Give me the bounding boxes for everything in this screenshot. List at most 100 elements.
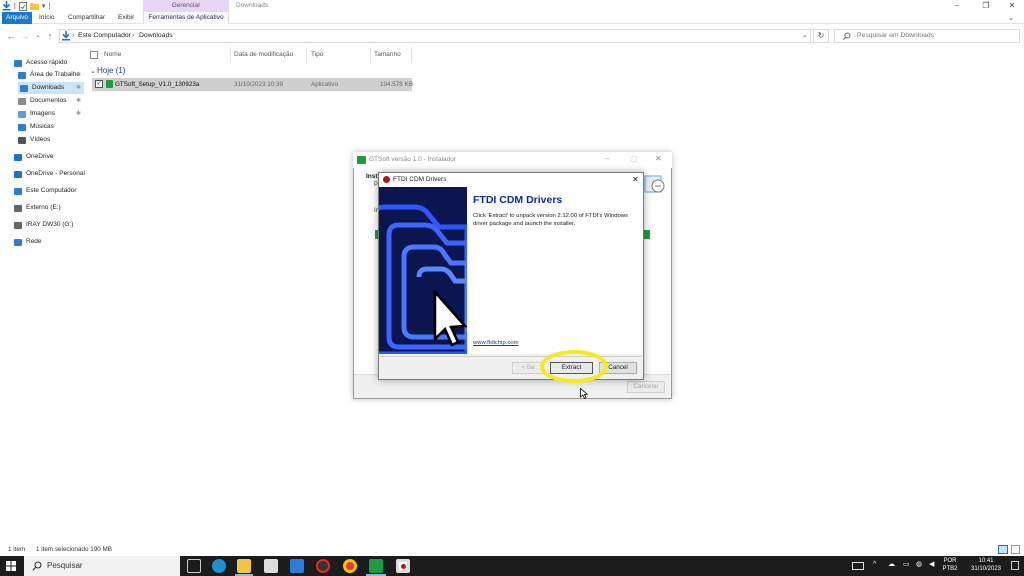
file-checkbox[interactable]: ✓ — [95, 80, 103, 88]
installer-taskbar-icon[interactable] — [369, 559, 383, 573]
keyboard-icon[interactable] — [852, 562, 864, 570]
sidebar-item-label: OneDrive - Personal — [26, 170, 85, 177]
app-icon[interactable] — [316, 559, 330, 573]
address-dropdown-icon[interactable]: ⌄ — [802, 31, 808, 41]
column-type[interactable]: Tipo — [311, 49, 323, 61]
sidebar-item-label: Acesso rápido — [26, 59, 68, 66]
column-divider[interactable] — [370, 47, 371, 63]
column-divider[interactable] — [306, 47, 307, 63]
column-name[interactable]: Nome — [104, 49, 121, 61]
tab-view[interactable]: Exibir — [114, 12, 138, 24]
sidebar-item[interactable]: Externo (E:) — [14, 202, 61, 214]
mail-icon[interactable] — [290, 559, 304, 573]
file-name[interactable]: GTSoft_Setup_V1.0_130923a — [115, 80, 199, 90]
sidebar-item[interactable]: Downloads — [18, 82, 84, 94]
sidebar-item[interactable]: OneDrive — [14, 151, 53, 163]
app-icon — [357, 156, 366, 164]
sidebar-item-label: Músicas — [30, 123, 54, 130]
pin-icon[interactable]: ✱ — [76, 71, 81, 78]
back-icon[interactable]: ← — [6, 30, 16, 42]
sidebar-item[interactable]: Documentos — [18, 95, 67, 107]
sidebar-item[interactable]: OneDrive - Personal — [14, 168, 85, 180]
column-size[interactable]: Tamanho — [374, 49, 401, 61]
cloud-icon[interactable]: ☁ — [888, 561, 895, 569]
ftdi-website-link[interactable]: www.ftdichip.com — [473, 340, 519, 346]
minimize-icon[interactable]: – — [605, 154, 609, 163]
notifications-icon[interactable] — [1011, 561, 1019, 570]
sidebar-item[interactable]: Músicas — [18, 121, 54, 133]
select-all-checkbox[interactable] — [90, 51, 98, 59]
chevron-down-icon[interactable]: ⌄ — [1008, 14, 1014, 22]
properties-icon[interactable] — [18, 1, 27, 11]
network-icon — [14, 238, 22, 246]
breadcrumb-downloads[interactable]: Downloads — [139, 31, 173, 41]
sidebar-item[interactable]: Acesso rápido — [14, 57, 67, 69]
column-date[interactable]: Data de modificação — [234, 49, 293, 61]
new-folder-icon[interactable] — [29, 2, 39, 10]
clock-time: 10:41 — [978, 558, 994, 564]
file-explorer-icon[interactable] — [237, 559, 251, 573]
up-icon[interactable]: ↑ — [45, 30, 55, 42]
recent-dropdown-icon[interactable]: ⌄ — [33, 30, 43, 42]
battery-icon[interactable]: ▭ — [903, 561, 910, 569]
network-icon[interactable]: ◍ — [916, 561, 922, 569]
maximize-icon[interactable]: ❐ — [976, 0, 996, 12]
task-view-icon[interactable] — [187, 559, 201, 573]
breadcrumb-separator-icon: › — [132, 32, 135, 39]
pin-icon[interactable]: ✱ — [76, 110, 81, 117]
pin-icon[interactable]: ✱ — [76, 97, 81, 104]
sidebar-item[interactable]: Este Computador — [14, 185, 77, 197]
edge-icon[interactable] — [212, 559, 226, 573]
mouse-cursor-icon — [580, 388, 588, 399]
group-collapse-icon[interactable]: ⌄ — [90, 67, 96, 75]
column-divider[interactable] — [230, 47, 231, 63]
download-icon — [62, 31, 70, 41]
close-icon[interactable]: ✕ — [655, 154, 662, 163]
status-selection: 1 item selecionado 190 MB — [36, 546, 112, 553]
tab-file[interactable]: Arquivo — [2, 12, 33, 24]
clock[interactable]: 10:41 31/10/2023 — [966, 557, 1006, 573]
dropdown-icon[interactable]: ▾ — [42, 2, 46, 10]
download-icon — [20, 84, 28, 92]
chrome-icon[interactable] — [343, 559, 357, 573]
minimize-icon[interactable]: – — [947, 0, 967, 12]
sidebar-item[interactable]: IRAY DW30 (G:) — [14, 219, 73, 231]
installer-cancel-button[interactable]: Cancelar — [627, 381, 665, 393]
tab-home[interactable]: Início — [35, 12, 59, 24]
language-indicator[interactable]: POR PTB2 — [940, 557, 960, 573]
maximize-icon[interactable]: ▢ — [630, 154, 638, 163]
store-icon[interactable] — [264, 559, 278, 573]
refresh-button[interactable]: ↻ — [813, 29, 829, 43]
separator-icon: | — [48, 2, 51, 10]
sidebar-item[interactable]: Rede — [14, 236, 42, 248]
volume-icon[interactable]: ◀ — [929, 561, 934, 569]
forward-icon[interactable]: → — [20, 30, 30, 42]
file-date: 31/10/2023 10:39 — [234, 81, 284, 88]
windows-start-icon[interactable] — [6, 561, 16, 571]
tab-app-tools[interactable]: Ferramentas de Aplicativo — [143, 12, 229, 24]
sidebar-item[interactable]: Imagens — [18, 108, 55, 120]
tab-share[interactable]: Compartilhar — [64, 12, 109, 24]
sidebar-item[interactable]: Área de Trabalho — [18, 69, 80, 81]
close-icon[interactable]: ✕ — [1002, 0, 1022, 12]
details-view-icon[interactable] — [998, 545, 1008, 554]
music-icon — [18, 123, 26, 131]
download-icon[interactable] — [2, 1, 11, 11]
close-icon[interactable]: ✕ — [632, 175, 639, 184]
ftdi-app-icon — [401, 564, 406, 569]
sidebar-item-label: Downloads — [32, 84, 65, 91]
tiles-view-icon[interactable] — [1011, 545, 1020, 554]
breadcrumb-separator-icon: › — [72, 32, 75, 39]
sidebar-item[interactable]: Vídeos — [18, 134, 50, 146]
window-title: Downloads — [236, 2, 269, 9]
file-type: Aplicativo — [311, 81, 338, 88]
ftdi-banner — [379, 187, 467, 354]
installer-title: GTSoft versão 1.0 - Instalador — [369, 156, 457, 163]
group-header[interactable]: Hoje (1) — [97, 66, 125, 75]
sidebar-item-label: Área de Trabalho — [30, 71, 80, 78]
chevron-up-icon[interactable]: ^ — [873, 561, 876, 569]
column-divider[interactable] — [411, 47, 412, 63]
pin-icon[interactable]: ✱ — [76, 84, 81, 91]
clock-date: 31/10/2023 — [970, 566, 1002, 572]
breadcrumb-this-pc[interactable]: Este Computador — [78, 31, 131, 41]
